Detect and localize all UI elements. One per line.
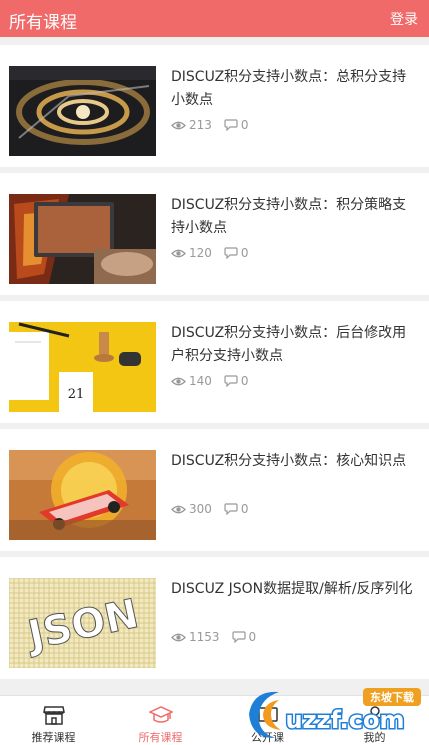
watermark-brand-text: uzzf.com xyxy=(286,706,405,734)
course-title[interactable]: DISCUZ积分支持小数点：积分策略支持小数点 xyxy=(171,194,419,240)
thumbnail-number: 21 xyxy=(68,387,85,402)
course-stats: 300 0 xyxy=(171,502,261,516)
course-item[interactable]: 21 DISCUZ积分支持小数点：后台修改用户积分支持小数点 140 0 xyxy=(0,301,429,423)
tab-label: 所有课程 xyxy=(138,731,183,744)
comment-count-value: 0 xyxy=(240,118,249,132)
comment-count-value: 0 xyxy=(240,246,249,260)
graduation-cap-icon xyxy=(149,706,173,723)
view-count: 1153 xyxy=(171,630,220,644)
course-thumbnail[interactable] xyxy=(9,194,156,284)
eye-icon xyxy=(171,633,186,641)
view-count-value: 1153 xyxy=(189,630,220,644)
course-thumbnail[interactable]: JSON xyxy=(9,578,156,668)
view-count: 140 xyxy=(171,374,212,388)
comment-count: 0 xyxy=(224,246,249,260)
watermark-badge-text: 东坡下载 xyxy=(370,690,414,704)
eye-icon xyxy=(171,505,186,513)
course-thumbnail[interactable] xyxy=(9,66,156,156)
comment-count-value: 0 xyxy=(240,502,249,516)
comment-icon xyxy=(224,503,238,515)
comment-count: 0 xyxy=(231,630,257,644)
course-item[interactable]: DISCUZ积分支持小数点：总积分支持小数点 213 0 xyxy=(0,45,429,167)
app-header: 所有课程 登录 xyxy=(0,0,429,37)
eye-icon xyxy=(171,377,186,385)
comment-count-value: 0 xyxy=(240,374,249,388)
comment-count-value: 0 xyxy=(248,630,257,644)
store-icon xyxy=(43,706,65,725)
page-title: 所有课程 xyxy=(9,13,77,33)
course-title[interactable]: DISCUZ JSON数据提取/解析/反序列化 xyxy=(171,578,419,601)
comment-count: 0 xyxy=(224,118,249,132)
view-count-value: 120 xyxy=(189,246,212,260)
comment-icon xyxy=(224,247,238,259)
course-stats: 213 0 xyxy=(171,118,261,132)
course-stats: 120 0 xyxy=(171,246,261,260)
course-item[interactable]: DISCUZ积分支持小数点：核心知识点 300 0 xyxy=(0,429,429,551)
view-count-value: 300 xyxy=(189,502,212,516)
view-count: 213 xyxy=(171,118,212,132)
course-stats: 1153 0 xyxy=(171,630,268,644)
view-count: 300 xyxy=(171,502,212,516)
comment-icon xyxy=(224,119,238,131)
watermark-logo: 东坡下载 uzzf.com xyxy=(249,688,421,738)
comment-count: 0 xyxy=(224,502,249,516)
tab-label: 推荐课程 xyxy=(31,731,76,744)
view-count-value: 213 xyxy=(189,118,212,132)
comment-icon xyxy=(224,375,238,387)
view-count-value: 140 xyxy=(189,374,212,388)
course-title[interactable]: DISCUZ积分支持小数点：总积分支持小数点 xyxy=(171,66,419,112)
course-stats: 140 0 xyxy=(171,374,261,388)
course-thumbnail[interactable]: 21 xyxy=(9,322,156,412)
course-title[interactable]: DISCUZ积分支持小数点：后台修改用户积分支持小数点 xyxy=(171,322,419,368)
course-thumbnail[interactable] xyxy=(9,450,156,540)
course-item[interactable]: JSON DISCUZ JSON数据提取/解析/反序列化 1153 0 xyxy=(0,557,429,679)
eye-icon xyxy=(171,249,186,257)
course-item[interactable]: DISCUZ积分支持小数点：积分策略支持小数点 120 0 xyxy=(0,173,429,295)
login-button[interactable]: 登录 xyxy=(390,9,418,29)
tab-all-courses[interactable]: 所有课程 xyxy=(107,696,214,745)
eye-icon xyxy=(171,121,186,129)
comment-icon xyxy=(231,631,246,643)
view-count: 120 xyxy=(171,246,212,260)
course-title[interactable]: DISCUZ积分支持小数点：核心知识点 xyxy=(171,450,419,473)
comment-count: 0 xyxy=(224,374,249,388)
tab-recommended[interactable]: 推荐课程 xyxy=(0,696,107,745)
